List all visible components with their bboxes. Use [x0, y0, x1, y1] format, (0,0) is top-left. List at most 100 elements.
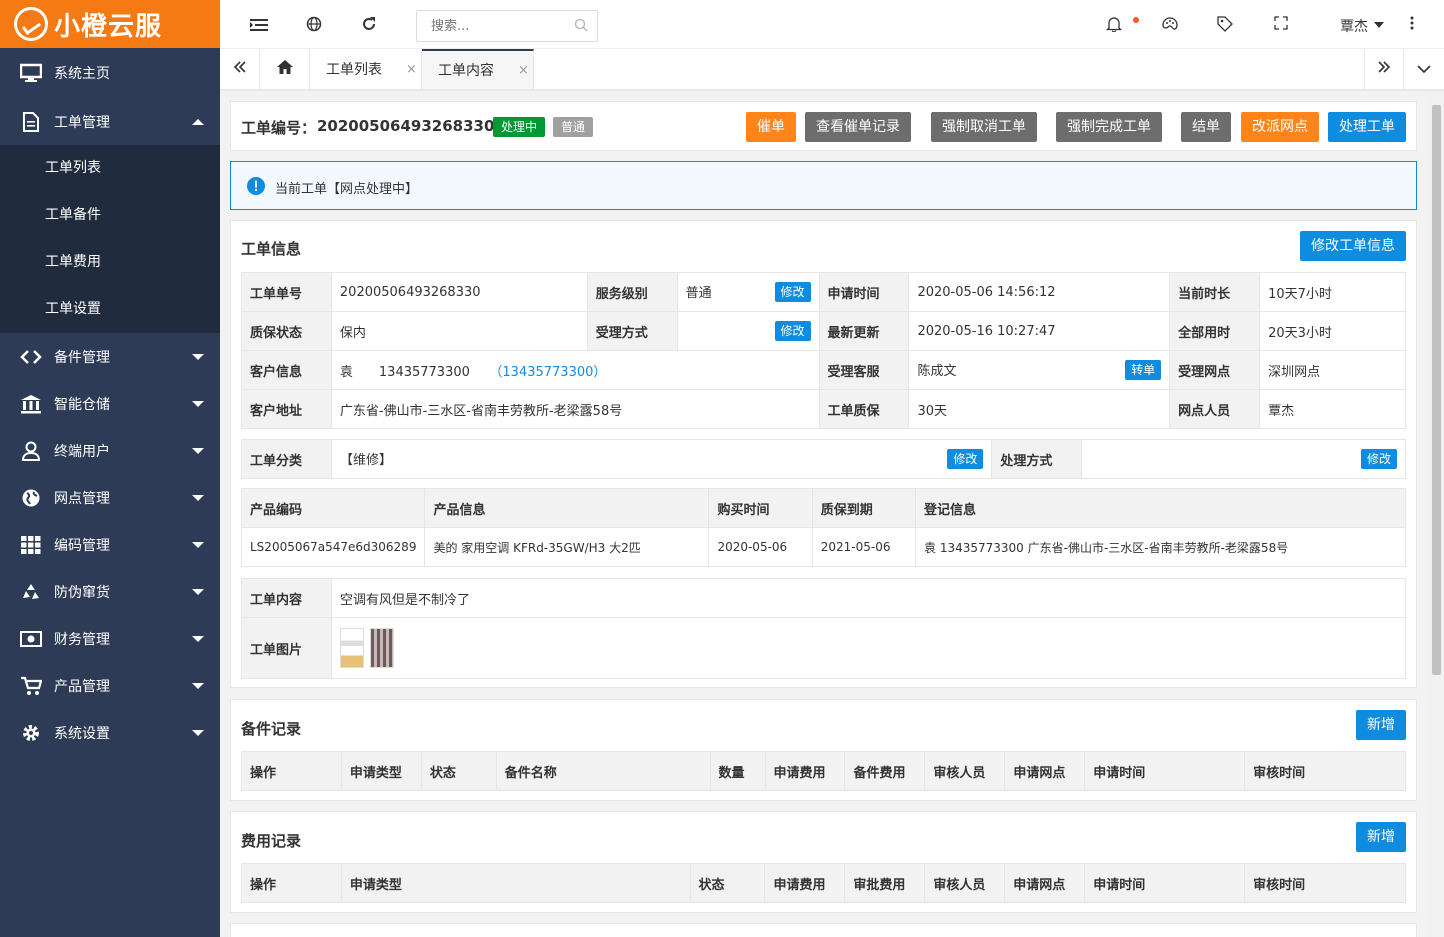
menu-toggle-icon[interactable] — [250, 16, 268, 34]
search-icon[interactable] — [574, 18, 588, 32]
sidebar-subitem-order-parts[interactable]: 工单备件 — [0, 192, 220, 239]
sidebar-item-label: 智能仓储 — [54, 396, 110, 413]
label-cell: 工单内容 — [241, 578, 332, 618]
sidebar-item-end-users[interactable]: 终端用户 — [0, 427, 220, 474]
brand-logo[interactable]: 小橙云服 — [0, 0, 220, 48]
palette-icon[interactable] — [1161, 16, 1179, 34]
fullscreen-icon[interactable] — [1274, 16, 1292, 34]
table-header-row: 操作 申请类型 状态 申请费用 审批费用 审核人员 申请网点 申请时间 审核时间 — [241, 863, 1406, 903]
label-cell: 申请时间 — [818, 272, 910, 312]
section-title: 工单信息 — [241, 240, 302, 258]
status-alert: 当前工单【网点处理中】 — [230, 161, 1417, 210]
globe-icon[interactable] — [306, 16, 324, 34]
reassign-outlet-button[interactable]: 改派网点 — [1241, 112, 1319, 142]
close-icon[interactable]: × — [406, 62, 417, 77]
order-image-thumbnail[interactable] — [339, 628, 364, 668]
scrollbar-thumb[interactable] — [1432, 105, 1441, 675]
gear-icon — [20, 723, 42, 743]
column-header: 备件名称 — [495, 751, 711, 791]
chevron-down-icon — [192, 401, 204, 407]
sidebar-item-products[interactable]: 产品管理 — [0, 662, 220, 709]
registration-info: 袁 13435773300 广东省-佛山市-三水区-省南丰劳教所-老梁露58号 — [915, 527, 1406, 567]
order-info-card: 工单信息 修改工单信息 工单单号 20200506493268330 服务级别 … — [230, 220, 1417, 688]
bell-icon[interactable] — [1105, 16, 1124, 34]
chevron-down-icon — [192, 589, 204, 595]
sidebar-item-parts[interactable]: 备件管理 — [0, 333, 220, 380]
urge-button[interactable]: 催单 — [746, 112, 796, 142]
edit-method-button[interactable]: 修改 — [1360, 449, 1397, 469]
tag-icon[interactable] — [1217, 16, 1235, 34]
user-menu[interactable]: 覃杰 — [1340, 16, 1368, 36]
sidebar-item-orders[interactable]: 工单管理 — [0, 98, 220, 145]
sidebar-item-label: 系统主页 — [54, 66, 110, 82]
double-chevron-right-icon — [1377, 61, 1391, 77]
column-header: 审批费用 — [844, 863, 926, 903]
product-info: 美的 家用空调 KFRd-35GW/H3 大2匹 — [424, 527, 710, 567]
tab-label: 工单内容 — [438, 63, 494, 79]
column-header: 购买时间 — [708, 488, 813, 528]
column-header: 审核时间 — [1244, 863, 1406, 903]
sidebar-item-home[interactable]: 系统主页 — [0, 48, 220, 98]
chevron-down-icon — [192, 495, 204, 501]
close-icon[interactable]: × — [518, 63, 529, 78]
chevron-down-icon — [1374, 22, 1384, 28]
tab-order-list[interactable]: 工单列表 × — [310, 49, 422, 89]
sidebar-subitem-order-list[interactable]: 工单列表 — [0, 145, 220, 192]
transfer-button[interactable]: 转单 — [1125, 360, 1162, 380]
tab-scroll-right[interactable] — [1364, 49, 1404, 89]
level-badge: 普通 — [553, 117, 594, 137]
tab-home[interactable] — [260, 49, 310, 89]
product-code: LS2005067a547e6d306289 — [240, 527, 426, 567]
label-cell: 工单单号 — [241, 272, 332, 312]
column-header: 申请类型 — [340, 751, 422, 791]
search-input[interactable] — [416, 10, 598, 42]
table-header-row: 产品编码 产品信息 购买时间 质保到期 登记信息 — [240, 488, 1406, 528]
order-info-table: 工单单号 20200506493268330 服务级别 普通 修改 申请时间 20… — [241, 272, 1406, 429]
apply-time-value: 2020-05-06 14:56:12 — [908, 272, 1171, 312]
warranty-expiry: 2021-05-06 — [811, 527, 917, 567]
tab-order-content[interactable]: 工单内容 × — [422, 49, 534, 89]
chevron-down-icon — [192, 542, 204, 548]
order-image-thumbnail[interactable] — [369, 628, 394, 668]
sidebar-item-label: 系统设置 — [54, 725, 110, 742]
add-part-button[interactable]: 新增 — [1356, 710, 1406, 740]
edit-order-info-button[interactable]: 修改工单信息 — [1300, 231, 1406, 261]
tab-options[interactable] — [1404, 49, 1444, 89]
view-urge-records-button[interactable]: 查看催单记录 — [805, 112, 911, 142]
orders-submenu: 工单列表 工单备件 工单费用 工单设置 — [0, 145, 220, 333]
column-header: 申请费用 — [764, 863, 846, 903]
column-header: 申请类型 — [340, 863, 691, 903]
sidebar-item-outlets[interactable]: 网点管理 — [0, 474, 220, 521]
label-cell: 全部用时 — [1169, 311, 1261, 351]
add-fee-button[interactable]: 新增 — [1356, 822, 1406, 852]
sidebar-subitem-order-settings[interactable]: 工单设置 — [0, 286, 220, 333]
alert-text: 当前工单【网点处理中】 — [275, 182, 419, 197]
edit-category-button[interactable]: 修改 — [947, 449, 984, 469]
refresh-icon[interactable] — [361, 16, 379, 34]
sidebar-item-warehouse[interactable]: 智能仓储 — [0, 380, 220, 427]
sidebar-item-anti-fake[interactable]: 防伪窜货 — [0, 568, 220, 615]
edit-service-level-button[interactable]: 修改 — [774, 282, 811, 302]
process-order-button[interactable]: 处理工单 — [1328, 112, 1406, 142]
column-header: 数量 — [709, 751, 766, 791]
document-icon — [20, 111, 42, 132]
force-complete-button[interactable]: 强制完成工单 — [1056, 112, 1162, 142]
more-icon[interactable] — [1410, 16, 1416, 34]
label-cell: 服务级别 — [586, 272, 678, 312]
sidebar-item-codes[interactable]: 编码管理 — [0, 521, 220, 568]
fees-table: 操作 申请类型 状态 申请费用 审批费用 审核人员 申请网点 申请时间 审核时间 — [241, 863, 1406, 903]
close-order-button[interactable]: 结单 — [1181, 112, 1231, 142]
label-cell: 受理网点 — [1169, 350, 1261, 390]
table-row: LS2005067a547e6d306289 美的 家用空调 KFRd-35GW… — [240, 527, 1406, 567]
sidebar-item-settings[interactable]: 系统设置 — [0, 709, 220, 756]
logo-icon — [14, 7, 48, 41]
section-title: 备件记录 — [241, 720, 302, 738]
info-icon — [246, 176, 266, 200]
force-cancel-button[interactable]: 强制取消工单 — [931, 112, 1037, 142]
scrollbar[interactable] — [1428, 91, 1444, 937]
sidebar-subitem-order-fees[interactable]: 工单费用 — [0, 239, 220, 286]
customer-phone-link[interactable]: （13435773300） — [496, 365, 606, 380]
edit-accept-method-button[interactable]: 修改 — [774, 321, 811, 341]
tab-scroll-left[interactable] — [220, 49, 260, 89]
sidebar-item-finance[interactable]: 财务管理 — [0, 615, 220, 662]
